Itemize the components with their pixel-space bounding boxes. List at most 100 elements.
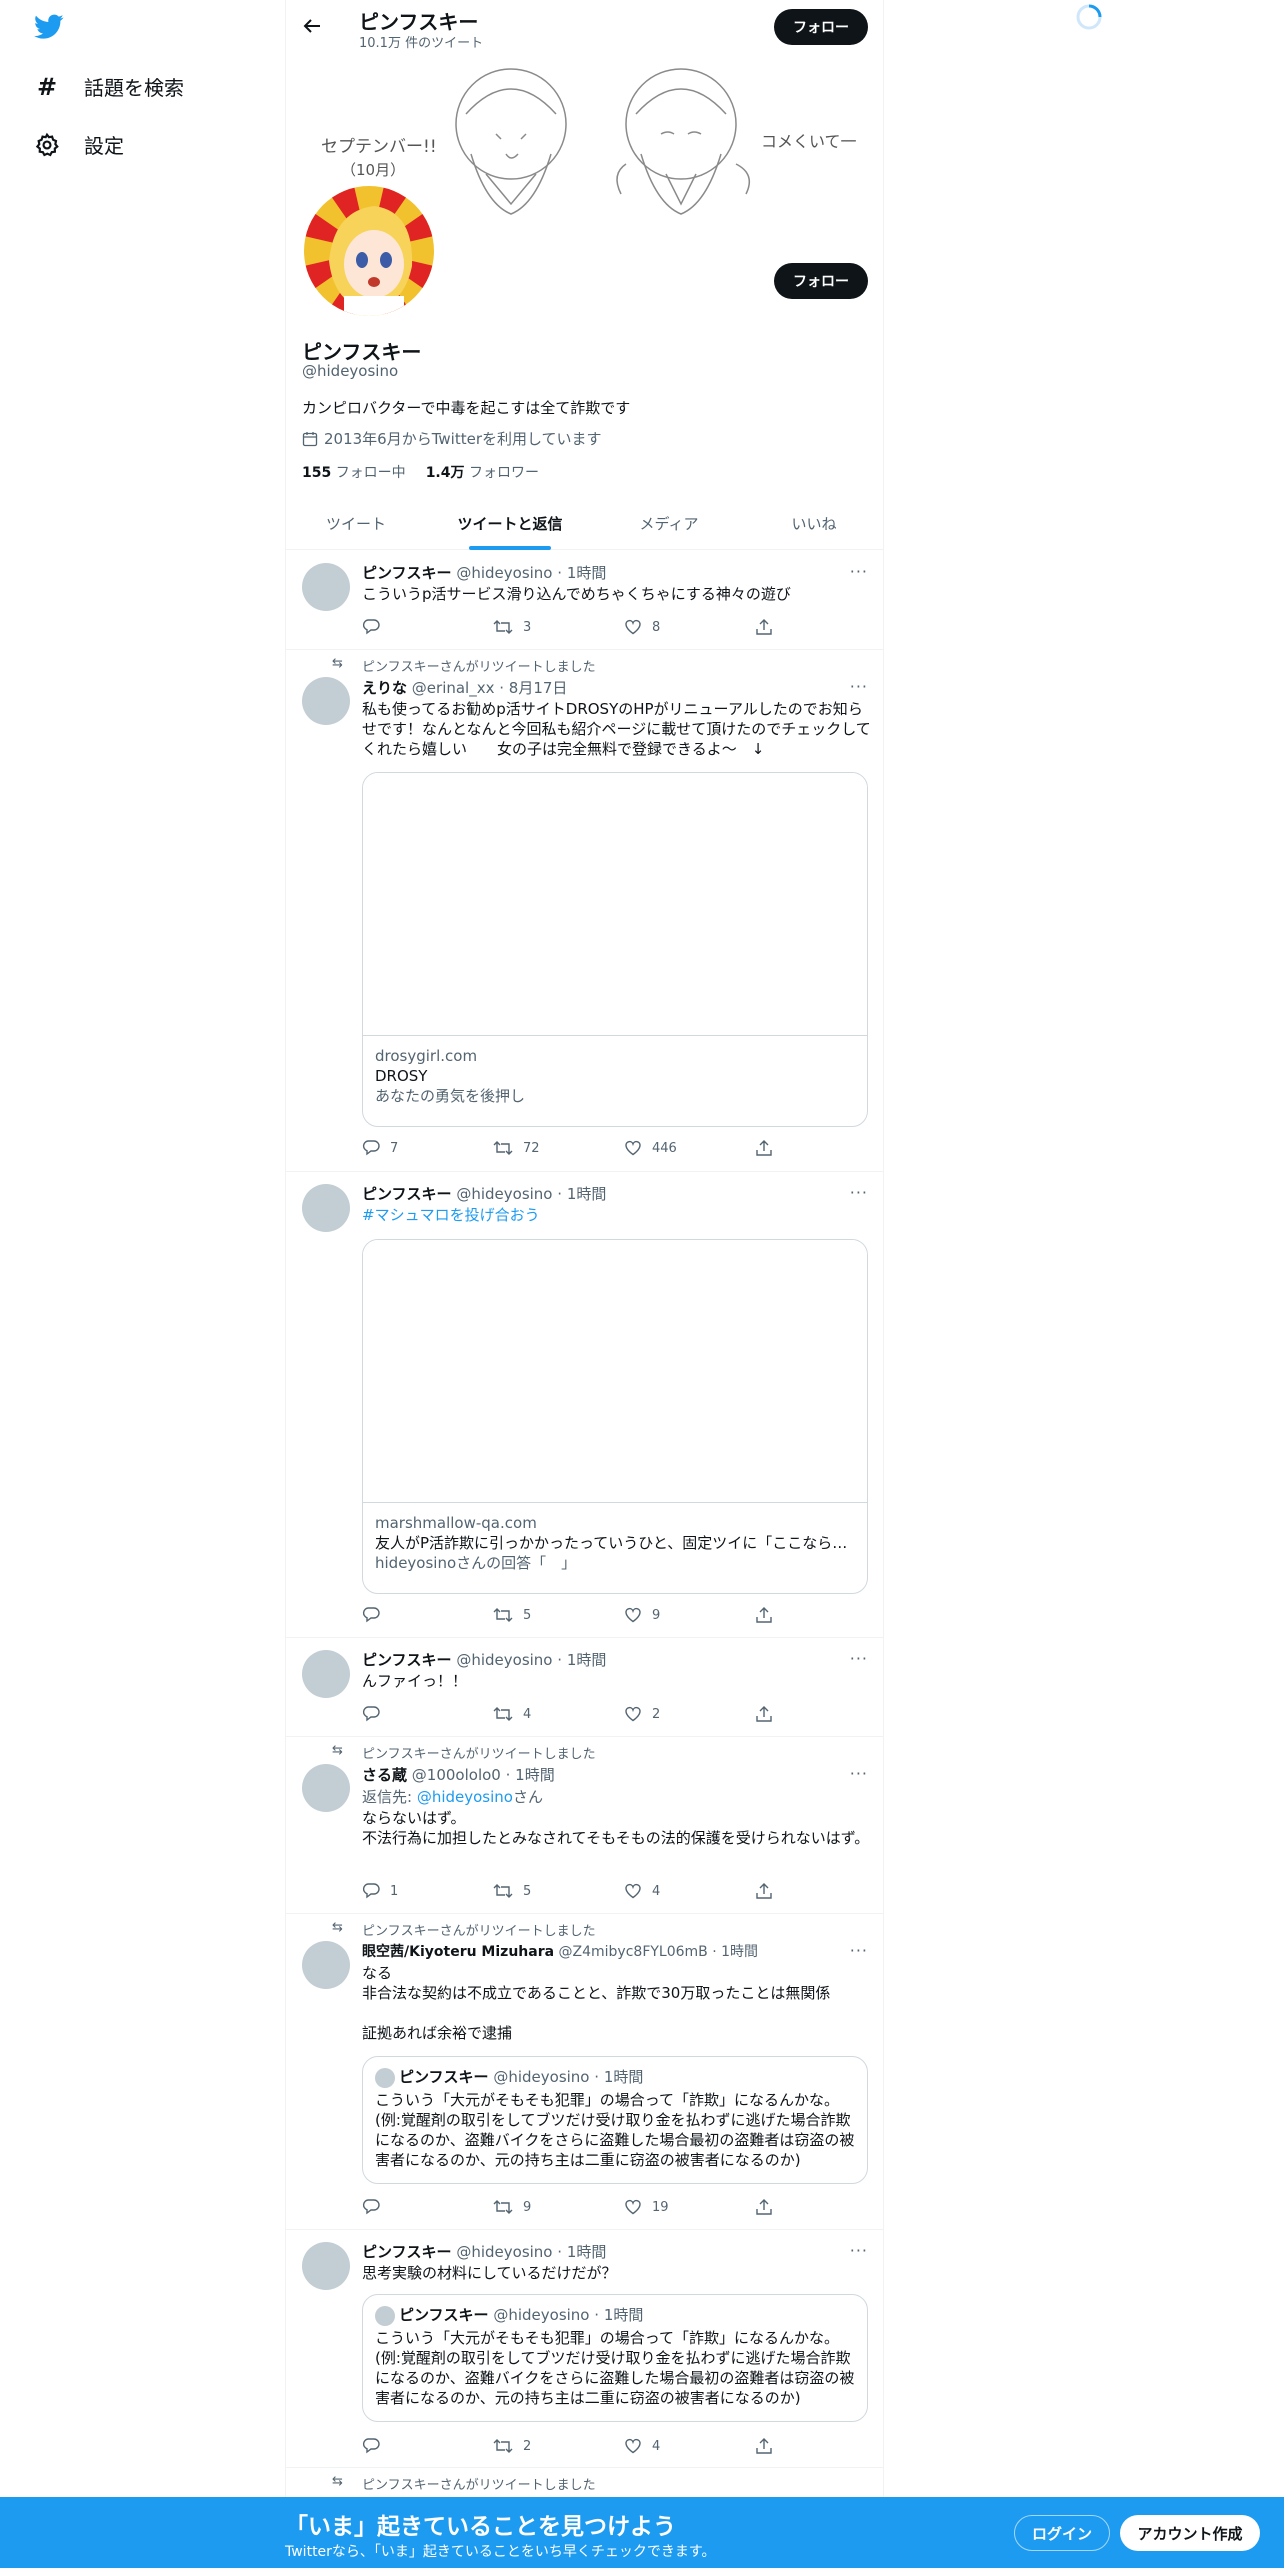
quoted-author-name: ピンフスキー: [399, 2306, 489, 2324]
tab-tweets-and-replies[interactable]: ツイートと返信: [426, 497, 594, 550]
tweet-author-name[interactable]: えりな: [362, 679, 407, 697]
tweet-author-handle[interactable]: @Z4mibyc8FYL06mB: [559, 1944, 708, 1960]
tweet-author-handle[interactable]: @hideyosino: [456, 1651, 552, 1669]
reply-button[interactable]: 1: [362, 1882, 398, 1900]
avatar[interactable]: [302, 677, 350, 725]
like-button[interactable]: 4: [624, 2437, 660, 2455]
tweet-time[interactable]: · 1時間: [557, 1185, 606, 1203]
retweet-icon: [493, 1882, 513, 1900]
more-options-icon[interactable]: ···: [850, 1649, 868, 1668]
link-card[interactable]: marshmallow-qa.com 友人がP活詐欺に引っかかったっていうひと、…: [362, 1239, 868, 1594]
more-options-icon[interactable]: ···: [850, 1764, 868, 1783]
more-options-icon[interactable]: ···: [850, 1941, 868, 1960]
tweet[interactable]: ピンフスキー @hideyosino · 1時間 ··· #マシュマロを投げ合お…: [286, 1172, 883, 1638]
reply-button[interactable]: [362, 2437, 390, 2455]
tweet-author-handle[interactable]: @100ololo0: [412, 1766, 501, 1784]
avatar[interactable]: [302, 1184, 350, 1232]
nav-settings[interactable]: 設定: [34, 130, 124, 159]
retweet-button[interactable]: 2: [493, 2437, 531, 2455]
share-button[interactable]: [755, 1882, 773, 1900]
tweet-time[interactable]: · 1時間: [557, 1651, 606, 1669]
tweet[interactable]: ピンフスキー @hideyosino · 1時間 ··· んファイっ！！ 4 2: [286, 1638, 883, 1737]
login-button[interactable]: ログイン: [1014, 2515, 1110, 2551]
tweet-author-name[interactable]: 眼空茜/Kiyoteru Mizuhara: [362, 1944, 554, 1960]
back-arrow-icon[interactable]: [302, 16, 322, 36]
like-button[interactable]: 9: [624, 1606, 660, 1624]
tweet[interactable]: ⇆ ピンフスキーさんがリツイートしました 眼空茜/Kiyoteru Mizuhar…: [286, 1914, 883, 2230]
quoted-tweet[interactable]: ピンフスキー @hideyosino · 1時間 こういう「大元がそもそも犯罪」…: [362, 2294, 868, 2422]
profile-avatar[interactable]: [300, 182, 438, 320]
retweet-context-text[interactable]: ピンフスキーさんがリツイートしました: [362, 660, 596, 675]
tweet-time[interactable]: · 1時間: [712, 1944, 758, 1960]
reply-button[interactable]: [362, 2198, 390, 2216]
retweet-button[interactable]: 9: [493, 2198, 531, 2216]
tweet-author-handle[interactable]: @erinal_xx: [412, 679, 495, 697]
avatar[interactable]: [302, 1650, 350, 1698]
tweet-author-handle[interactable]: @hideyosino: [456, 1185, 552, 1203]
tweet[interactable]: ピンフスキー @hideyosino · 1時間 ··· 思考実験の材料にしてい…: [286, 2230, 883, 2468]
retweet-context-text[interactable]: ピンフスキーさんがリツイートしました: [362, 1924, 596, 1939]
reply-button[interactable]: [362, 1705, 390, 1723]
retweet-button[interactable]: 5: [493, 1606, 531, 1624]
hashtag-link[interactable]: #マシュマロを投げ合おう: [362, 1205, 872, 1225]
like-button[interactable]: 446: [624, 1139, 677, 1157]
more-options-icon[interactable]: ···: [850, 1183, 868, 1202]
tab-tweets[interactable]: ツイート: [286, 497, 426, 550]
following-link[interactable]: 155 フォロー中: [302, 462, 406, 482]
tweet-author-name[interactable]: ピンフスキー: [362, 2243, 452, 2261]
tweet-author-name[interactable]: ピンフスキー: [362, 1185, 452, 1203]
tweet-author-name[interactable]: さる蔵: [362, 1766, 407, 1784]
like-button[interactable]: 4: [624, 1882, 660, 1900]
quoted-tweet[interactable]: ピンフスキー @hideyosino · 1時間 こういう「大元がそもそも犯罪」…: [362, 2056, 868, 2184]
like-button[interactable]: 2: [624, 1705, 660, 1723]
share-button[interactable]: [755, 1139, 773, 1157]
tweet-time[interactable]: · 1時間: [506, 1766, 555, 1784]
tweet-time[interactable]: · 1時間: [557, 564, 606, 582]
tweet[interactable]: ⇆ ピンフスキーさんがリツイートしました えりな @erinal_xx · 8月1…: [286, 650, 883, 1172]
tab-likes[interactable]: いいね: [744, 497, 883, 550]
tweet[interactable]: ピンフスキー @hideyosino · 1時間 ··· こういうp活サービス滑…: [286, 551, 883, 650]
header-follow-button[interactable]: フォロー: [774, 9, 868, 45]
reply-button[interactable]: [362, 618, 390, 636]
followers-link[interactable]: 1.4万 フォロワー: [426, 462, 539, 482]
tweet-time[interactable]: · 1時間: [557, 2243, 606, 2261]
tweet-author-name[interactable]: ピンフスキー: [362, 1651, 452, 1669]
share-button[interactable]: [755, 1606, 773, 1624]
share-button[interactable]: [755, 618, 773, 636]
tab-media[interactable]: メディア: [594, 497, 744, 550]
tweet[interactable]: ⇆ ピンフスキーさんがリツイートしました さる蔵 @100ololo0 · 1時間…: [286, 1737, 883, 1914]
more-options-icon[interactable]: ···: [850, 677, 868, 696]
share-button[interactable]: [755, 1705, 773, 1723]
retweet-button[interactable]: 5: [493, 1882, 531, 1900]
tweet-author-name[interactable]: ピンフスキー: [362, 564, 452, 582]
tweet-time[interactable]: · 8月17日: [499, 679, 567, 697]
retweet-button[interactable]: 3: [493, 618, 531, 636]
avatar[interactable]: [302, 2242, 350, 2290]
share-button[interactable]: [755, 2437, 773, 2455]
profile-follow-button[interactable]: フォロー: [774, 263, 868, 299]
retweet-button[interactable]: 4: [493, 1705, 531, 1723]
retweet-button[interactable]: 72: [493, 1139, 540, 1157]
more-options-icon[interactable]: ···: [850, 2241, 868, 2260]
avatar[interactable]: [302, 1764, 350, 1812]
reply-button[interactable]: [362, 1606, 390, 1624]
twitter-logo-icon[interactable]: [34, 14, 64, 40]
like-button[interactable]: 19: [624, 2198, 669, 2216]
tweet-author-handle[interactable]: @hideyosino: [456, 564, 552, 582]
retweet-context-text[interactable]: ピンフスキーさんがリツイートしました: [362, 2478, 596, 2493]
tweet-author-handle[interactable]: @hideyosino: [456, 2243, 552, 2261]
signup-button[interactable]: アカウント作成: [1120, 2515, 1260, 2551]
tweet-actions: 3 8: [362, 618, 782, 638]
share-button[interactable]: [755, 2198, 773, 2216]
link-card[interactable]: drosygirl.com DROSY あなたの勇気を後押し: [362, 772, 868, 1127]
retweet-context-text[interactable]: ピンフスキーさんがリツイートしました: [362, 1747, 596, 1762]
like-button[interactable]: 8: [624, 618, 660, 636]
avatar[interactable]: [302, 563, 350, 611]
reply-to-handle[interactable]: @hideyosino: [417, 1788, 513, 1806]
reply-button[interactable]: 7: [362, 1139, 398, 1157]
link-card-description: hideyosinoさんの回答「 」: [375, 1554, 577, 1572]
retweet-icon: [493, 1139, 513, 1157]
nav-explore[interactable]: # 話題を検索: [34, 72, 184, 101]
more-options-icon[interactable]: ···: [850, 562, 868, 581]
avatar[interactable]: [302, 1941, 350, 1989]
